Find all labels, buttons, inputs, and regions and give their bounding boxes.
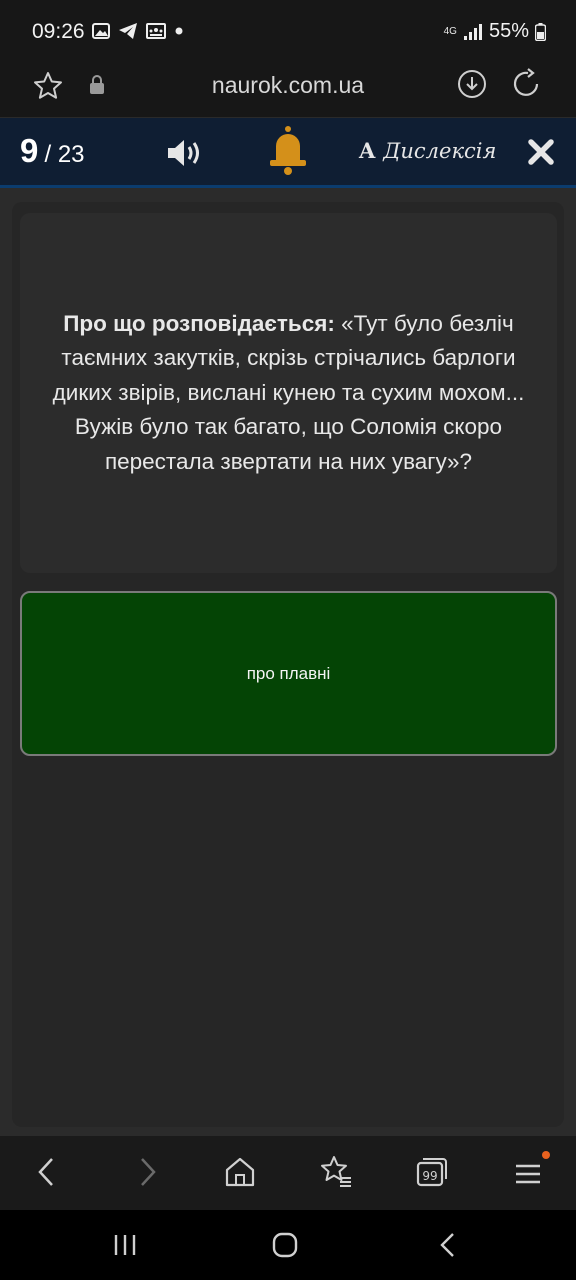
gallery-icon [92,23,110,39]
dot-icon [175,27,183,35]
notification-icons [92,22,184,40]
total-questions: / 23 [44,141,85,168]
question-card: Про що розповідається: «Тут було безліч … [20,213,557,573]
dyslexia-label: Дислексія [383,139,497,163]
answer-label: про плавні [246,663,331,683]
home-button-icon[interactable] [270,1230,300,1260]
browser-bottom-bar: 99 [0,1136,576,1210]
classroom-icon [146,23,166,39]
bell-icon[interactable] [264,124,312,180]
battery-percent: 55% [488,20,529,42]
tabs-icon[interactable]: 99 [414,1154,450,1190]
system-back-icon[interactable] [434,1230,464,1260]
reload-icon[interactable] [512,68,544,100]
status-right: 4G 55% [444,20,546,43]
quiz-content: Про що розповідається: «Тут було безліч … [0,188,576,1136]
browser-toolbar: naurok.com.ua [0,62,576,118]
telegram-icon [119,23,137,39]
question-text: Про що розповідається: «Тут було безліч … [30,307,547,480]
status-time: 09:26 [32,20,85,43]
bookmarks-icon[interactable] [318,1154,354,1190]
battery-icon [535,22,546,41]
dyslexia-letter: A [359,138,376,163]
close-icon[interactable] [527,138,555,166]
recent-apps-icon[interactable] [110,1230,140,1260]
current-question-number: 9 [20,132,39,169]
speaker-icon[interactable] [166,137,206,169]
home-icon[interactable] [224,1154,256,1190]
svg-text:99: 99 [422,1169,437,1183]
menu-icon[interactable] [512,1150,552,1190]
back-arrow-icon[interactable] [34,1154,60,1190]
answer-option[interactable]: про плавні [20,591,557,756]
quiz-header: 9 / 23 A Дислексія [0,118,576,188]
status-bar: 09:26 4G 55% [0,0,576,62]
dyslexia-toggle[interactable]: A Дислексія [359,138,496,163]
question-counter: 9 / 23 [20,132,85,170]
network-type: 4G [443,25,457,37]
forward-arrow-icon[interactable] [134,1154,160,1190]
url-text[interactable]: naurok.com.ua [0,72,576,99]
download-icon[interactable] [456,68,488,100]
signal-icon [463,23,482,40]
question-prefix: Про що розповідається: [63,310,335,336]
system-nav-bar [0,1210,576,1280]
